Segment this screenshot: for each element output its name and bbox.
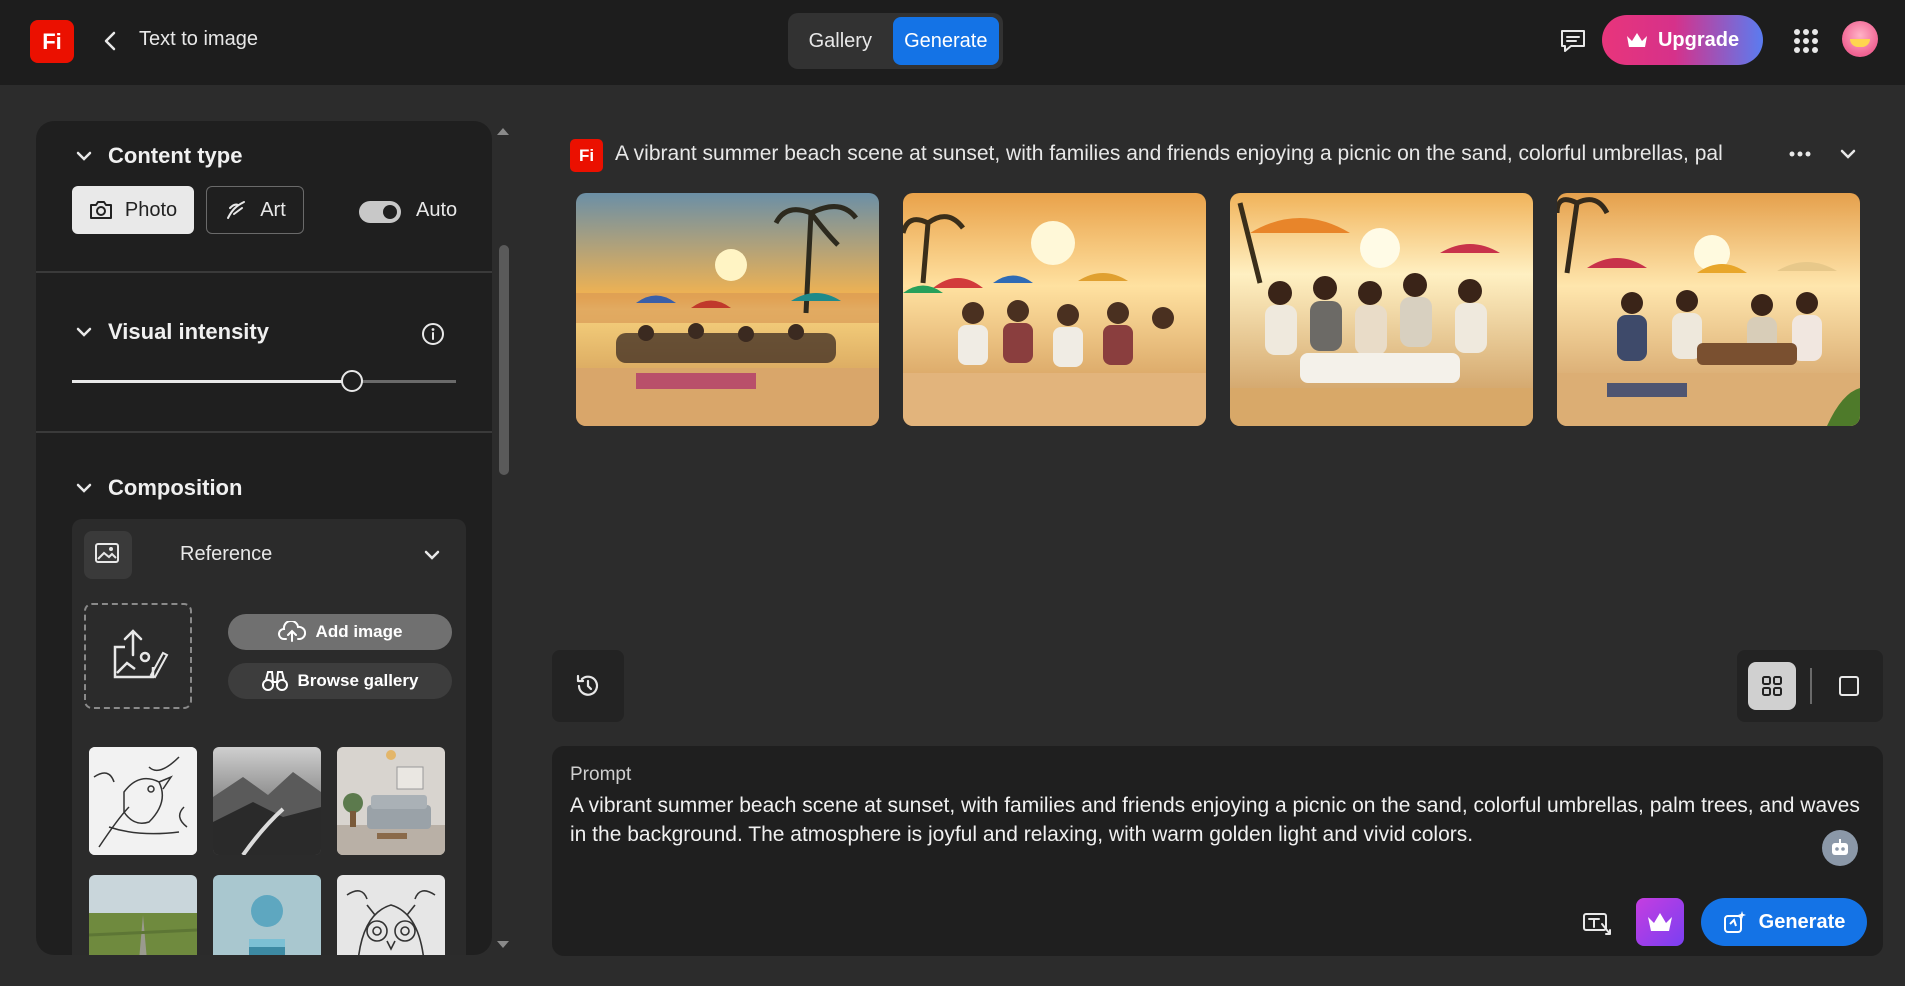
top-bar: Fi Text to image Gallery Generate Upgrad…	[0, 0, 1905, 85]
intensity-slider-fill	[72, 380, 353, 383]
sparkle-generate-icon	[1723, 911, 1746, 933]
apps-grid-icon[interactable]	[1790, 25, 1822, 57]
cloud-upload-icon	[277, 621, 306, 642]
settings-panel: Content type Photo Art Auto Visual inten…	[36, 121, 492, 955]
result-prompt-title: A vibrant summer beach scene at sunset, …	[615, 142, 1723, 165]
app-logo[interactable]: Fi	[30, 20, 74, 63]
view-switcher	[1737, 650, 1883, 722]
prompt-label: Prompt	[570, 764, 632, 785]
prompt-panel: Prompt A vibrant summer beach scene at s…	[552, 746, 1883, 956]
chevron-down-icon	[76, 327, 92, 337]
scrollbar-thumb[interactable]	[499, 245, 509, 475]
intensity-slider-thumb[interactable]	[341, 370, 364, 392]
camera-icon	[89, 201, 112, 219]
crown-icon	[1626, 33, 1647, 47]
generated-image[interactable]	[903, 193, 1206, 426]
generated-image[interactable]	[1557, 193, 1860, 426]
art-button[interactable]: Art	[206, 186, 304, 234]
reference-thumbnail[interactable]	[213, 875, 321, 955]
crown-icon	[1648, 913, 1672, 931]
chevron-down-icon[interactable]	[420, 543, 444, 567]
chevron-down-icon[interactable]	[1836, 144, 1860, 164]
single-view-icon	[1839, 676, 1859, 696]
reference-panel: Reference Add image Browse gallery	[72, 519, 466, 955]
page-title: Text to image	[139, 28, 258, 50]
chevron-left-icon[interactable]	[100, 26, 120, 56]
generate-label: Generate	[1758, 910, 1846, 933]
grid-view-button[interactable]	[1748, 662, 1796, 710]
premium-button[interactable]	[1636, 898, 1684, 946]
text-effects-icon[interactable]	[1580, 906, 1616, 942]
content-type-header[interactable]: Content type	[76, 143, 242, 169]
more-options-icon[interactable]	[1785, 144, 1815, 164]
feedback-icon[interactable]	[1556, 26, 1590, 56]
upgrade-label: Upgrade	[1657, 28, 1740, 51]
info-icon[interactable]	[420, 321, 446, 347]
auto-toggle[interactable]	[359, 201, 401, 223]
prompt-assistant-icon[interactable]	[1822, 830, 1858, 866]
art-label: Art	[260, 198, 286, 221]
reference-thumbnail[interactable]	[89, 747, 197, 855]
brush-icon	[227, 201, 246, 219]
divider	[36, 431, 492, 433]
divider	[1810, 668, 1812, 704]
mode-switch: Gallery Generate	[788, 13, 1003, 69]
upload-drop-zone[interactable]	[84, 603, 192, 709]
avatar[interactable]	[1842, 21, 1878, 57]
chevron-down-icon	[76, 483, 92, 493]
firefly-logo: Fi	[570, 139, 603, 172]
tab-gallery[interactable]: Gallery	[792, 17, 889, 65]
divider	[36, 271, 492, 273]
binoculars-icon	[261, 671, 288, 691]
image-upload-icon	[113, 629, 169, 679]
reference-label: Reference	[180, 543, 273, 565]
reference-thumbnail[interactable]	[89, 875, 197, 955]
add-image-label: Add image	[315, 622, 403, 641]
visual-intensity-header[interactable]: Visual intensity	[76, 319, 269, 345]
grid-view-icon	[1762, 676, 1782, 696]
photo-label: Photo	[124, 198, 178, 221]
content-type-title: Content type	[108, 143, 243, 168]
reference-thumbnail[interactable]	[337, 747, 445, 855]
chevron-down-icon	[76, 151, 92, 161]
history-icon	[576, 674, 599, 696]
generated-image[interactable]	[1230, 193, 1533, 426]
visual-intensity-title: Visual intensity	[108, 319, 269, 344]
composition-title: Composition	[108, 475, 243, 500]
prompt-input[interactable]: A vibrant summer beach scene at sunset, …	[570, 791, 1860, 849]
upgrade-button[interactable]: Upgrade	[1602, 15, 1763, 65]
browse-gallery-label: Browse gallery	[297, 671, 419, 690]
generate-button[interactable]: Generate	[1701, 898, 1867, 946]
reference-thumbnail[interactable]	[213, 747, 321, 855]
auto-label: Auto	[416, 199, 458, 221]
browse-gallery-button[interactable]: Browse gallery	[228, 663, 452, 699]
single-view-button[interactable]	[1825, 662, 1873, 710]
history-button[interactable]	[552, 650, 624, 722]
generated-image[interactable]	[576, 193, 879, 426]
reference-thumbnail[interactable]	[337, 875, 445, 955]
photo-button[interactable]: Photo	[72, 186, 194, 234]
composition-header[interactable]: Composition	[76, 475, 242, 501]
tab-generate[interactable]: Generate	[892, 17, 999, 65]
reference-image-icon	[84, 531, 132, 579]
add-image-button[interactable]: Add image	[228, 614, 452, 650]
